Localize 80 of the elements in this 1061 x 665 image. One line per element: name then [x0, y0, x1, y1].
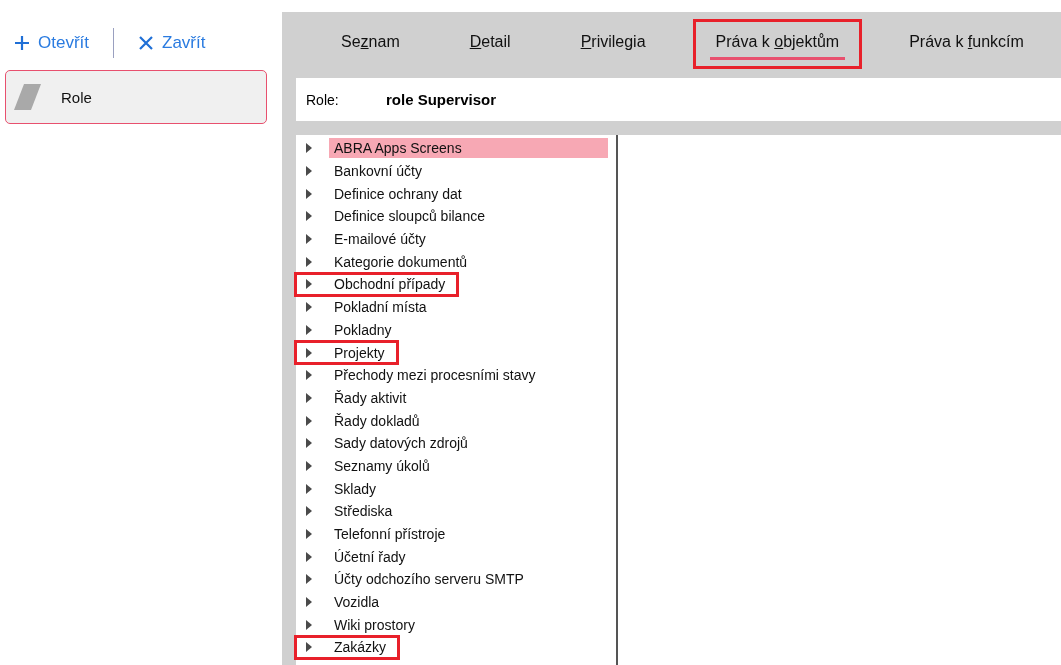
expand-arrow-icon: [306, 279, 312, 290]
tree-item[interactable]: Pokladny: [296, 319, 404, 341]
tree-item-label: Sklady: [333, 479, 378, 499]
expand-arrow-icon: [306, 642, 312, 653]
expand-arrow-icon: [306, 392, 312, 403]
tree-item-label: E-mailové účty: [333, 230, 427, 250]
expand-arrow-icon: [306, 529, 312, 540]
expand-arrow-icon: [306, 619, 312, 630]
tree-item[interactable]: Definice ochrany dat: [296, 183, 474, 205]
tree-item-label: Seznamy úkolů: [333, 456, 431, 476]
tree-item[interactable]: Pokladní místa: [296, 296, 439, 318]
nav-item[interactable]: Role: [5, 70, 267, 124]
expand-arrow-icon: [306, 483, 312, 494]
tree-item[interactable]: Přechody mezi procesními stavy: [296, 364, 548, 386]
tab[interactable]: Detail: [463, 24, 517, 60]
expand-arrow-icon: [306, 324, 312, 335]
tree-item[interactable]: Telefonní přístroje: [296, 523, 458, 545]
expand-arrow-icon: [306, 370, 312, 381]
tree-item-label: Pokladny: [333, 320, 393, 340]
tree-item[interactable]: Projekty: [296, 342, 397, 363]
role-label: Role:: [306, 91, 340, 108]
tree-item-label: Definice ochrany dat: [333, 184, 463, 204]
tab[interactable]: Privilegia: [574, 24, 652, 60]
expand-arrow-icon: [306, 211, 312, 222]
tree-item-label: Zakázky: [333, 638, 388, 658]
expand-arrow-icon: [306, 506, 312, 517]
plus-icon: [14, 35, 30, 51]
tree-item-label: Wiki prostory: [333, 615, 416, 635]
expand-arrow-icon: [306, 302, 312, 313]
tree-item-label: Účetní řady: [333, 547, 407, 567]
tree-item-label: Definice sloupců bilance: [333, 207, 486, 227]
tree-item-label: Účty odchozího serveru SMTP: [333, 570, 525, 590]
tab[interactable]: Seznam: [335, 24, 406, 60]
tree-item[interactable]: Bankovní účty: [296, 160, 434, 182]
parallelogram-icon: [14, 84, 41, 110]
expand-arrow-icon: [306, 347, 312, 358]
tree-item-label: Telefonní přístroje: [333, 525, 447, 545]
tree-item[interactable]: Wiki prostory: [296, 614, 427, 636]
tree-item-label: Sady datových zdrojů: [333, 434, 469, 454]
tree-item[interactable]: Zakázky: [296, 637, 399, 658]
tree-item[interactable]: Řady dokladů: [296, 410, 432, 431]
tree-item[interactable]: Obchodní případy: [296, 274, 458, 295]
expand-arrow-icon: [306, 551, 312, 562]
tree-item[interactable]: Sklady: [296, 478, 389, 499]
tab[interactable]: Práva k objektům: [709, 24, 846, 60]
role-value: role Supervisor: [386, 91, 497, 108]
expand-arrow-icon: [306, 597, 312, 608]
tree-item-label: Střediska: [333, 502, 394, 522]
tree-item-label: Vozidla: [333, 593, 381, 613]
tree-item[interactable]: Účetní řady: [296, 546, 418, 568]
tree-item[interactable]: Střediska: [296, 501, 405, 522]
tree-item-label: Kategorie dokumentů: [333, 252, 469, 272]
expand-arrow-icon: [306, 143, 312, 154]
tree-item[interactable]: Řady aktivit: [296, 387, 419, 409]
expand-arrow-icon: [306, 460, 312, 471]
tree-item-label: Bankovní účty: [333, 162, 423, 182]
tree-item[interactable]: Kategorie dokumentů: [296, 251, 480, 273]
expand-arrow-icon: [306, 574, 312, 585]
tree-item-label: Řady aktivit: [333, 388, 408, 408]
tree-item-label: Obchodní případy: [333, 275, 447, 295]
close-button[interactable]: Zavřít: [138, 33, 206, 53]
tree-item-label: Přechody mezi procesními stavy: [333, 366, 537, 386]
tree-item-label: Pokladní místa: [333, 298, 428, 318]
close-icon: [138, 35, 154, 51]
tree-item[interactable]: Vozidla: [296, 591, 392, 613]
expand-arrow-icon: [306, 256, 312, 267]
expand-arrow-icon: [306, 438, 312, 449]
expand-arrow-icon: [306, 234, 312, 245]
tree-item[interactable]: Definice sloupců bilance: [296, 206, 497, 227]
tree-item[interactable]: Sady datových zdrojů: [296, 432, 480, 454]
tree-item-label: Projekty: [333, 343, 386, 363]
tree-item-label: Řady dokladů: [333, 411, 421, 431]
expand-arrow-icon: [306, 415, 312, 426]
tree-item[interactable]: E-mailové účty: [296, 228, 438, 250]
open-button[interactable]: Otevřít: [14, 33, 89, 53]
expand-arrow-icon: [306, 166, 312, 177]
tree-item[interactable]: Seznamy úkolů: [296, 455, 442, 477]
tree-item[interactable]: Účty odchozího serveru SMTP: [296, 569, 536, 590]
tab[interactable]: Práva k funkcím: [903, 24, 1030, 60]
expand-arrow-icon: [306, 188, 312, 199]
